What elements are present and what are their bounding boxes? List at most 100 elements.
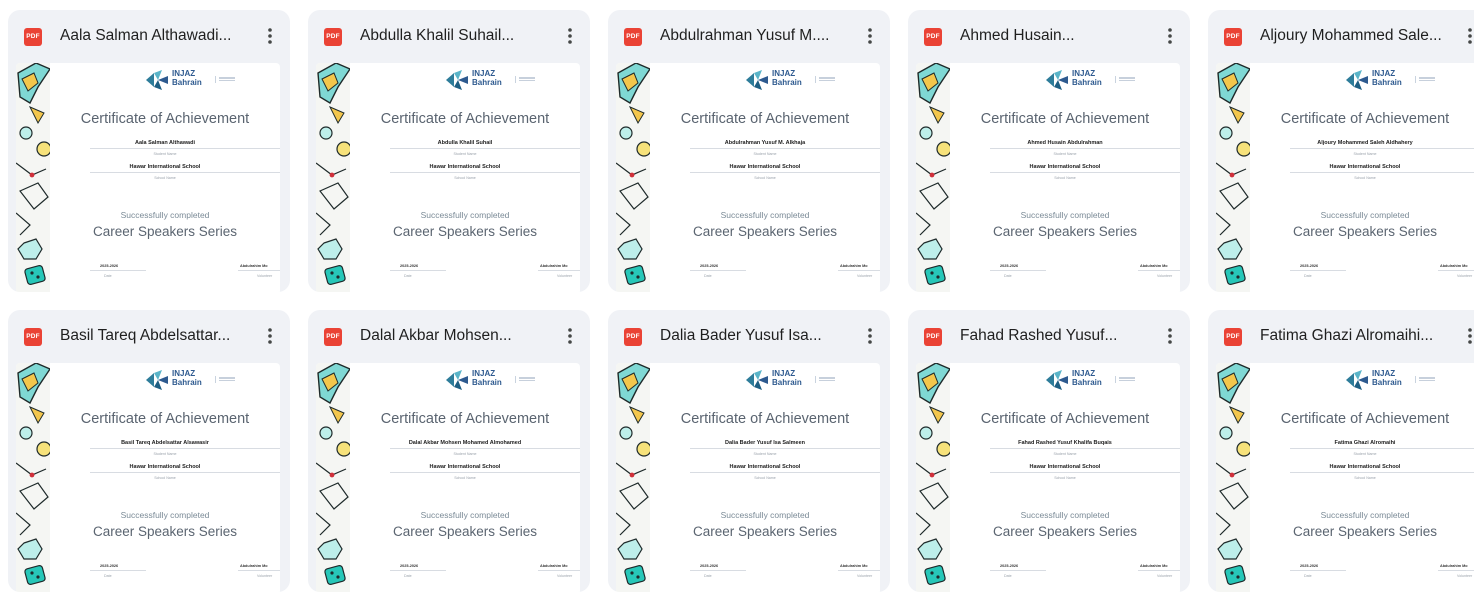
logo-line-2: Bahrain: [1072, 77, 1102, 87]
file-thumbnail[interactable]: INJAZ Bahrain Certificate of Achievement…: [316, 363, 580, 592]
card-header: PDF Fatima Ghazi Alromaihi...: [1208, 310, 1474, 360]
student-name-caption: Student Name: [1353, 152, 1377, 156]
completed-text: Successfully completed: [120, 510, 210, 520]
logo-subtext: [1415, 76, 1438, 83]
school-name: Hawar International School: [1029, 464, 1101, 470]
file-name[interactable]: Abdulrahman Yusuf M....: [660, 25, 850, 47]
date-caption: Date: [404, 574, 412, 578]
logo-subtext: [815, 376, 838, 383]
school-name-caption: School Name: [154, 176, 176, 180]
pdf-icon: PDF: [624, 328, 642, 346]
injaz-logo-mark: [1046, 70, 1068, 90]
more-vert-icon: [568, 28, 572, 44]
logo-line-2: Bahrain: [172, 77, 202, 87]
school-underline: [690, 172, 880, 173]
more-options-button[interactable]: [856, 322, 884, 350]
logo-subtext: [215, 376, 238, 383]
completed-text: Successfully completed: [1320, 210, 1410, 220]
logo-line-2: Bahrain: [472, 377, 502, 387]
more-options-button[interactable]: [856, 22, 884, 50]
file-thumbnail[interactable]: INJAZ Bahrain Certificate of Achievement…: [1216, 63, 1474, 292]
program-name: Career Speakers Series: [1292, 224, 1438, 239]
more-options-button[interactable]: [256, 22, 284, 50]
school-name: Hawar International School: [129, 164, 201, 170]
volunteer-caption: Volunteer: [1457, 274, 1473, 278]
injaz-logo-mark: [146, 370, 168, 390]
file-name[interactable]: Basil Tareq Abdelsattar...: [60, 325, 250, 347]
file-thumbnail[interactable]: INJAZ Bahrain Certificate of Achievement…: [1216, 363, 1474, 592]
file-name[interactable]: Ahmed Husain...: [960, 25, 1150, 47]
file-card[interactable]: PDF Aala Salman Althawadi... INJAZ Bahra…: [8, 10, 290, 292]
file-name[interactable]: Dalia Bader Yusuf Isa...: [660, 325, 850, 347]
card-header: PDF Dalal Akbar Mohsen...: [308, 310, 590, 360]
decorative-border: [916, 363, 952, 592]
file-name[interactable]: Dalal Akbar Mohsen...: [360, 325, 550, 347]
more-vert-icon: [1168, 328, 1172, 344]
year-value: 2025-2026: [700, 264, 719, 268]
completed-text: Successfully completed: [420, 210, 510, 220]
volunteer-caption: Volunteer: [1157, 274, 1173, 278]
signer-name: Abdulrahim Mo: [840, 264, 868, 268]
more-options-button[interactable]: [1156, 22, 1184, 50]
more-options-button[interactable]: [1456, 22, 1474, 50]
more-options-button[interactable]: [1456, 322, 1474, 350]
file-card[interactable]: PDF Basil Tareq Abdelsattar... INJAZ Bah…: [8, 310, 290, 592]
file-name[interactable]: Fahad Rashed Yusuf...: [960, 325, 1150, 347]
school-underline: [90, 172, 280, 173]
school-name-caption: School Name: [1354, 176, 1376, 180]
school-underline: [990, 472, 1180, 473]
file-card[interactable]: PDF Abdulrahman Yusuf M.... INJAZ Bahrai…: [608, 10, 890, 292]
year-value: 2025-2026: [400, 564, 419, 568]
signer-underline: [838, 570, 880, 571]
more-options-button[interactable]: [556, 22, 584, 50]
date-caption: Date: [1304, 574, 1312, 578]
completed-text: Successfully completed: [420, 510, 510, 520]
file-card[interactable]: PDF Dalia Bader Yusuf Isa... INJAZ Bahra…: [608, 310, 890, 592]
pdf-icon: PDF: [924, 28, 942, 46]
file-thumbnail[interactable]: INJAZ Bahrain Certificate of Achievement…: [916, 63, 1180, 292]
date-underline: [90, 270, 146, 271]
signer-name: Abdulrahim Mo: [1140, 564, 1168, 568]
file-thumbnail[interactable]: INJAZ Bahrain Certificate of Achievement…: [616, 363, 880, 592]
volunteer-caption: Volunteer: [257, 274, 273, 278]
student-name: Fatima Ghazi Alromaihi: [1334, 440, 1396, 446]
file-card[interactable]: PDF Aljoury Mohammed Sale... INJAZ Bahra…: [1208, 10, 1474, 292]
name-underline: [690, 448, 880, 449]
program-name: Career Speakers Series: [692, 524, 838, 539]
certificate-title: Certificate of Achievement: [80, 411, 250, 427]
file-name[interactable]: Aljoury Mohammed Sale...: [1260, 25, 1450, 47]
signer-underline: [1138, 270, 1180, 271]
more-options-button[interactable]: [1156, 322, 1184, 350]
file-name[interactable]: Aala Salman Althawadi...: [60, 25, 250, 47]
file-card[interactable]: PDF Fatima Ghazi Alromaihi... INJAZ Bahr…: [1208, 310, 1474, 592]
file-card[interactable]: PDF Dalal Akbar Mohsen... INJAZ Bahrain …: [308, 310, 590, 592]
file-card[interactable]: PDF Abdulla Khalil Suhail... INJAZ Bahra…: [308, 10, 590, 292]
pdf-icon: PDF: [24, 328, 42, 346]
pdf-icon: PDF: [324, 28, 342, 46]
injaz-logo-mark: [746, 70, 768, 90]
volunteer-caption: Volunteer: [557, 574, 573, 578]
file-thumbnail[interactable]: INJAZ Bahrain Certificate of Achievement…: [16, 363, 280, 592]
file-thumbnail[interactable]: INJAZ Bahrain Certificate of Achievement…: [16, 63, 280, 292]
file-thumbnail[interactable]: INJAZ Bahrain Certificate of Achievement…: [316, 63, 580, 292]
file-name[interactable]: Fatima Ghazi Alromaihi...: [1260, 325, 1450, 347]
more-options-button[interactable]: [556, 322, 584, 350]
date-caption: Date: [1304, 274, 1312, 278]
school-name: Hawar International School: [729, 464, 801, 470]
student-name-caption: Student Name: [1353, 452, 1377, 456]
more-options-button[interactable]: [256, 322, 284, 350]
school-underline: [390, 472, 580, 473]
file-thumbnail[interactable]: INJAZ Bahrain Certificate of Achievement…: [616, 63, 880, 292]
pdf-icon: PDF: [624, 28, 642, 46]
file-thumbnail[interactable]: INJAZ Bahrain Certificate of Achievement…: [916, 363, 1180, 592]
injaz-logo-mark: [1046, 370, 1068, 390]
file-card[interactable]: PDF Fahad Rashed Yusuf... INJAZ Bahrain …: [908, 310, 1190, 592]
file-name[interactable]: Abdulla Khalil Suhail...: [360, 25, 550, 47]
injaz-logo-mark: [746, 370, 768, 390]
school-underline: [690, 472, 880, 473]
file-card[interactable]: PDF Ahmed Husain... INJAZ Bahrain Certif…: [908, 10, 1190, 292]
more-vert-icon: [268, 328, 272, 344]
decorative-border: [316, 363, 352, 592]
volunteer-caption: Volunteer: [1157, 574, 1173, 578]
certificate-title: Certificate of Achievement: [380, 111, 550, 127]
